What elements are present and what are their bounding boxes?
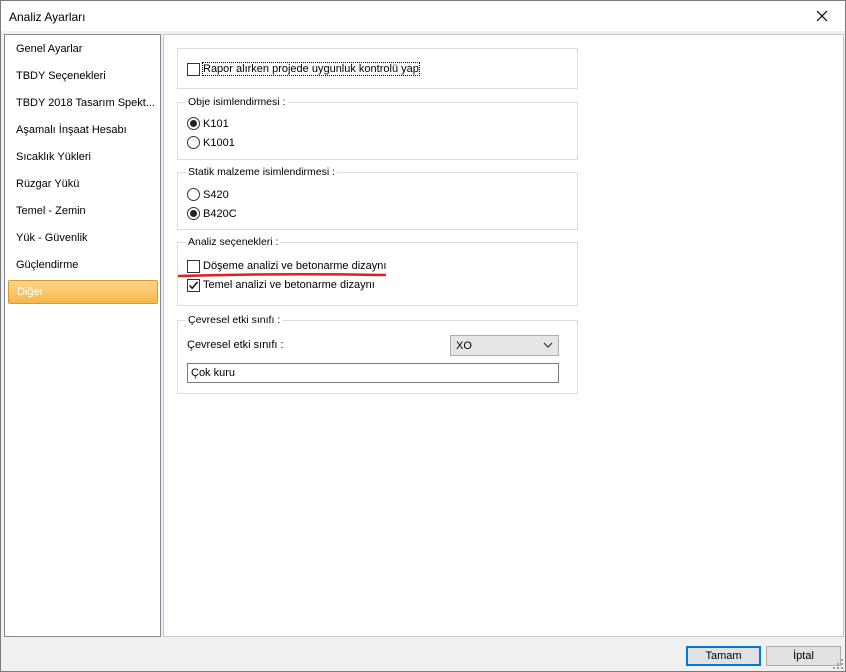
environment-description-field[interactable]: Çok kuru <box>187 363 559 383</box>
report-check-checkbox[interactable] <box>187 63 200 76</box>
ok-button[interactable]: Tamam <box>686 646 761 666</box>
report-check-label[interactable]: Rapor alırken projede uygunluk kontrolü … <box>202 62 420 76</box>
radio-k101[interactable] <box>187 117 200 130</box>
radio-b420c[interactable] <box>187 207 200 220</box>
foundation-analysis-checkbox[interactable] <box>187 279 200 292</box>
sidebar-item-tbdy-2018-spektrum[interactable]: TBDY 2018 Tasarım Spekt... <box>8 91 158 115</box>
environment-field-label: Çevresel etki sınıfı : <box>187 339 284 351</box>
object-naming-group: Obje isimlendirmesi : <box>177 96 578 160</box>
radio-selected-dot <box>190 120 197 127</box>
radio-s420-label[interactable]: S420 <box>203 189 229 201</box>
close-button[interactable] <box>799 1 845 31</box>
static-material-group: Statik malzeme isimlendirmesi : <box>177 166 578 230</box>
static-material-title: Statik malzeme isimlendirmesi : <box>186 166 338 178</box>
title-bar: Analiz Ayarları <box>1 1 845 31</box>
sidebar-item-guclendirme[interactable]: Güçlendirme <box>8 253 158 277</box>
category-list[interactable]: Genel Ayarlar TBDY Seçenekleri TBDY 2018… <box>4 34 161 637</box>
red-underline-annotation <box>177 272 387 278</box>
checkmark-icon <box>189 281 199 290</box>
sidebar-item-ruzgar-yuku[interactable]: Rüzgar Yükü <box>8 172 158 196</box>
sidebar-item-tbdy-secenekleri[interactable]: TBDY Seçenekleri <box>8 64 158 88</box>
environment-class-select[interactable]: XO <box>450 335 559 356</box>
environment-select-value: XO <box>456 340 472 352</box>
object-naming-title: Obje isimlendirmesi : <box>186 96 288 108</box>
cancel-button[interactable]: İptal <box>766 646 841 666</box>
chevron-down-icon <box>543 342 553 348</box>
sidebar-item-temel-zemin[interactable]: Temel - Zemin <box>8 199 158 223</box>
sidebar-item-diger[interactable]: Diğer <box>8 280 158 304</box>
environment-description-value: Çok kuru <box>191 367 236 379</box>
sidebar-item-sicaklik-yukleri[interactable]: Sıcaklık Yükleri <box>8 145 158 169</box>
environment-title: Çevresel etki sınıfı : <box>186 314 283 326</box>
analysis-options-title: Analiz seçenekleri : <box>186 236 281 248</box>
radio-k1001-label[interactable]: K1001 <box>203 137 235 149</box>
window-title: Analiz Ayarları <box>9 10 86 24</box>
radio-b420c-label[interactable]: B420C <box>203 208 237 220</box>
dialog-window: Analiz Ayarları Genel Ayarlar TBDY Seçen… <box>0 0 846 672</box>
radio-k1001[interactable] <box>187 136 200 149</box>
foundation-analysis-label[interactable]: Temel analizi ve betonarme dizaynı <box>203 279 375 291</box>
sidebar-item-asamali-insaat[interactable]: Aşamalı İnşaat Hesabı <box>8 118 158 142</box>
close-icon <box>816 10 828 22</box>
sidebar-item-genel-ayarlar[interactable]: Genel Ayarlar <box>8 37 158 61</box>
sidebar-item-yuk-guvenlik[interactable]: Yük - Güvenlik <box>8 226 158 250</box>
resize-grip-icon[interactable] <box>833 659 843 669</box>
radio-s420[interactable] <box>187 188 200 201</box>
radio-k101-label[interactable]: K101 <box>203 118 229 130</box>
radio-selected-dot <box>190 210 197 217</box>
